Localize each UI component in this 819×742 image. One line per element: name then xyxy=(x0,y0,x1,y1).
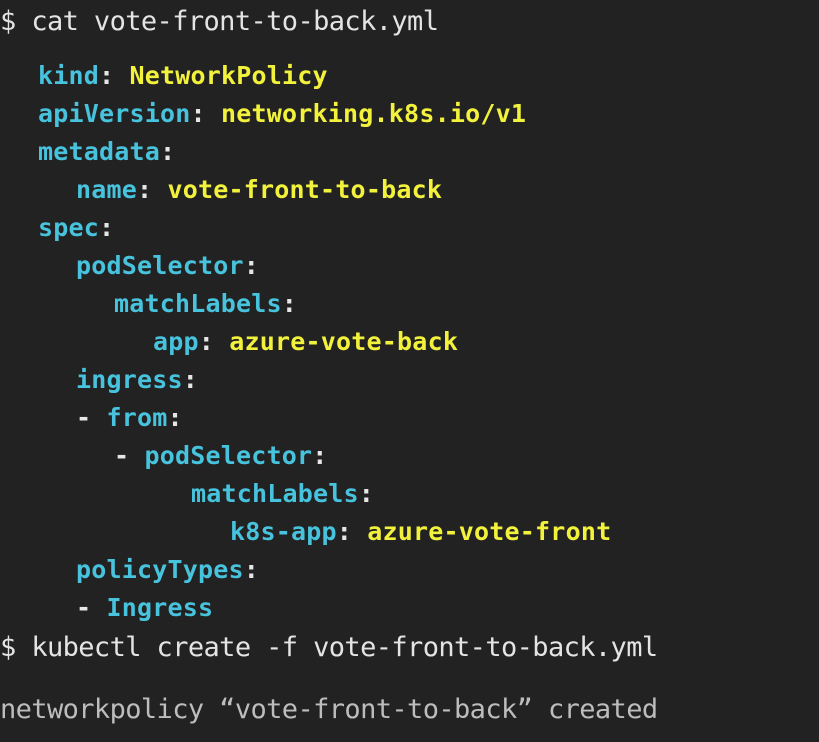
command-text: cat vote-front-to-back.yml xyxy=(31,6,439,37)
yaml-line-from-podselector: - podSelector: xyxy=(114,441,328,470)
yaml-key: from xyxy=(106,403,168,432)
terminal-window: $ cat vote-front-to-back.yml kind: Netwo… xyxy=(0,0,819,742)
yaml-line-app: app: azure-vote-back xyxy=(153,327,459,356)
yaml-key: podSelector xyxy=(76,251,244,280)
prompt-symbol: $ xyxy=(0,6,16,37)
yaml-list-dash: - xyxy=(76,593,92,622)
yaml-value: NetworkPolicy xyxy=(129,61,328,90)
yaml-list-dash: - xyxy=(76,403,92,432)
yaml-key: app xyxy=(153,327,199,356)
yaml-key: ingress xyxy=(76,365,183,394)
yaml-value: azure-vote-back xyxy=(229,327,459,356)
yaml-key: policyTypes xyxy=(76,555,244,584)
yaml-line-ingress: ingress: xyxy=(76,365,199,394)
yaml-key: matchLabels xyxy=(114,289,282,318)
command-line-cat: $ cat vote-front-to-back.yml xyxy=(0,2,439,42)
yaml-line-k8s-app: k8s-app: azure-vote-front xyxy=(230,517,612,546)
yaml-key: spec xyxy=(38,213,100,242)
yaml-line-podselector: podSelector: xyxy=(76,251,260,280)
yaml-line-from-matchlabels: matchLabels: xyxy=(191,479,375,508)
prompt-symbol: $ xyxy=(0,632,16,663)
command-line-kubectl: $ kubectl create -f vote-front-to-back.y… xyxy=(0,628,658,668)
yaml-line-spec: spec: xyxy=(38,213,115,242)
yaml-value: networking.k8s.io/v1 xyxy=(221,99,527,128)
yaml-key: kind xyxy=(38,61,100,90)
yaml-key: metadata xyxy=(38,137,161,166)
yaml-line-metadata: metadata: xyxy=(38,137,176,166)
yaml-line-name: name: vote-front-to-back xyxy=(76,175,443,204)
command-output: networkpolicy “vote-front-to-back” creat… xyxy=(0,694,658,725)
yaml-line-policytypes: policyTypes: xyxy=(76,555,260,584)
yaml-value: vote-front-to-back xyxy=(167,175,443,204)
yaml-key: apiVersion xyxy=(38,99,191,128)
yaml-line-matchlabels: matchLabels: xyxy=(114,289,298,318)
yaml-line-apiversion: apiVersion: networking.k8s.io/v1 xyxy=(38,99,527,128)
yaml-line-from: - from: xyxy=(76,403,183,432)
yaml-list-dash: - xyxy=(114,441,130,470)
yaml-key: k8s-app xyxy=(230,517,337,546)
yaml-value: azure-vote-front xyxy=(367,517,612,546)
yaml-value: Ingress xyxy=(106,593,214,622)
command-text: kubectl create -f vote-front-to-back.yml xyxy=(31,632,658,663)
yaml-key: name xyxy=(76,175,138,204)
yaml-key: matchLabels xyxy=(191,479,359,508)
yaml-line-kind: kind: NetworkPolicy xyxy=(38,61,328,90)
yaml-key: podSelector xyxy=(144,441,313,470)
yaml-line-ingress-type: - Ingress xyxy=(76,589,213,627)
